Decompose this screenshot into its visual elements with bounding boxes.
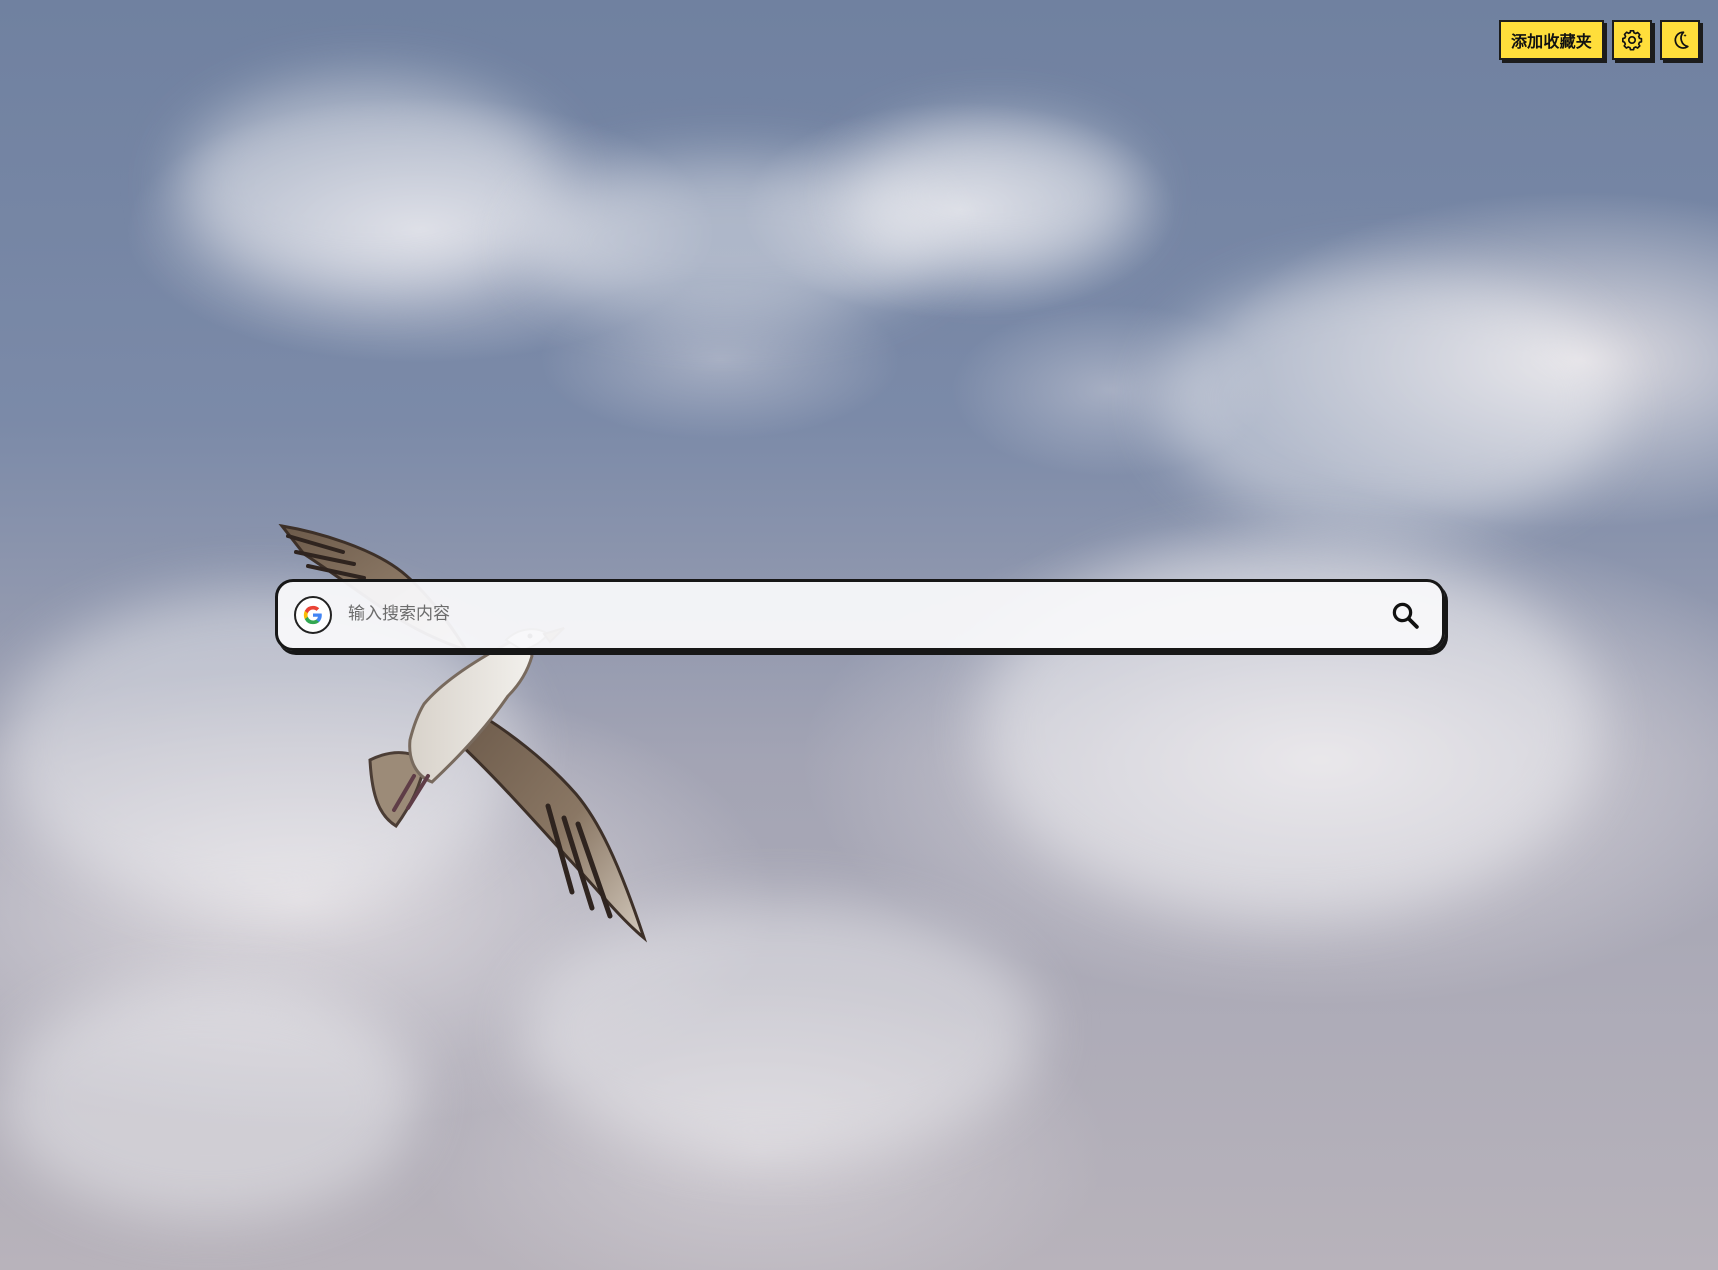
cloud	[520, 900, 1040, 1160]
gear-icon	[1622, 30, 1643, 51]
top-actions: 添加收藏夹	[1498, 20, 1700, 60]
add-bookmark-button[interactable]: 添加收藏夹	[1498, 20, 1604, 60]
left-wing-feathers	[286, 534, 366, 580]
search-icon	[1392, 602, 1419, 629]
cloud	[180, 80, 560, 290]
moon-icon	[1674, 31, 1689, 49]
cloud	[1160, 270, 1620, 530]
settings-button[interactable]	[1612, 20, 1652, 60]
search-input[interactable]	[342, 594, 1352, 634]
theme-toggle-button[interactable]	[1660, 20, 1700, 60]
cloud	[0, 980, 420, 1220]
cloud	[850, 120, 1140, 270]
new-tab-page: 添加收藏夹	[0, 0, 1718, 1270]
search-bar	[275, 579, 1445, 651]
search-submit-button[interactable]	[1387, 597, 1423, 633]
google-g-icon[interactable]	[294, 596, 332, 634]
right-wing-feathers	[545, 803, 613, 919]
